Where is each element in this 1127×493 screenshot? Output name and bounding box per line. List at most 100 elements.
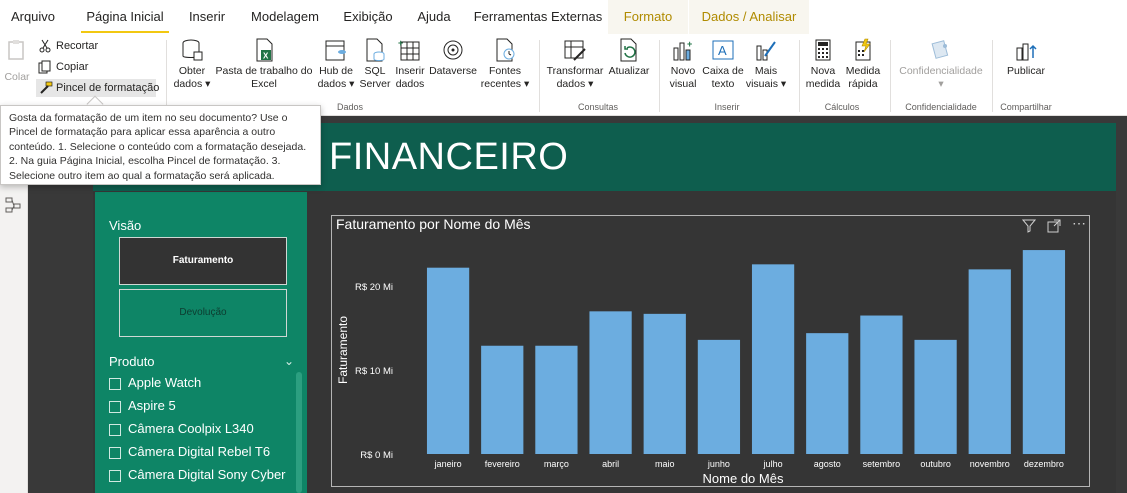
refresh-icon bbox=[620, 38, 637, 62]
obter-dados-button[interactable]: Obter dados ▾ bbox=[171, 38, 213, 91]
tab-inserir[interactable]: Inserir bbox=[184, 0, 230, 34]
group-separator bbox=[799, 40, 800, 112]
group-label-confidencialidade: Confidencialidade bbox=[905, 102, 977, 112]
more-options-icon[interactable]: ⋯ bbox=[1072, 215, 1086, 232]
sql-server-button[interactable]: SQL Server bbox=[358, 38, 392, 91]
svg-text:X: X bbox=[263, 52, 269, 61]
x-tick-label: janeiro bbox=[434, 459, 462, 469]
tab-arquivo[interactable]: Arquivo bbox=[4, 0, 62, 34]
tab-ferramentas-externas[interactable]: Ferramentas Externas bbox=[472, 0, 604, 34]
x-tick-label: outubro bbox=[920, 459, 951, 469]
tab-formato[interactable]: Formato bbox=[608, 0, 688, 34]
group-separator bbox=[992, 40, 993, 112]
faturamento-button[interactable]: Faturamento bbox=[119, 237, 287, 285]
report-title: FINANCEIRO bbox=[329, 136, 569, 178]
x-tick-label: março bbox=[544, 459, 569, 469]
x-tick-label: setembro bbox=[863, 459, 901, 469]
y-axis-title: Faturamento bbox=[336, 316, 350, 384]
bar-fevereiro[interactable] bbox=[481, 345, 524, 454]
x-tick-label: maio bbox=[655, 459, 675, 469]
x-tick-label: julho bbox=[763, 459, 783, 469]
transform-icon bbox=[564, 40, 586, 61]
recortar-button[interactable]: Recortar bbox=[38, 37, 98, 55]
bar-agosto[interactable] bbox=[806, 333, 849, 454]
calculator-icon bbox=[815, 39, 831, 61]
group-label-dados: Dados bbox=[336, 102, 363, 112]
bar-outubro[interactable] bbox=[914, 339, 957, 454]
model-view-icon[interactable] bbox=[4, 196, 22, 214]
bar-janeiro[interactable] bbox=[426, 267, 470, 454]
tab-exibicao[interactable]: Exibição bbox=[340, 0, 396, 34]
group-separator bbox=[659, 40, 660, 112]
table-plus-icon: + bbox=[398, 38, 420, 61]
tab-modelagem[interactable]: Modelagem bbox=[247, 0, 323, 34]
bar-setembro[interactable] bbox=[860, 315, 903, 454]
x-tick-label: agosto bbox=[814, 459, 841, 469]
bar-março[interactable] bbox=[535, 345, 578, 454]
publish-icon bbox=[1016, 43, 1037, 61]
checkbox[interactable] bbox=[109, 378, 121, 390]
checkbox[interactable] bbox=[109, 424, 121, 436]
mais-visuais-button[interactable]: Mais visuais ▾ bbox=[745, 38, 787, 91]
colar-button[interactable]: Colar bbox=[2, 38, 32, 84]
bar-novembro[interactable] bbox=[968, 269, 1011, 454]
hub-dados-button[interactable]: Hub de dados ▾ bbox=[315, 38, 357, 91]
tab-dados-analisar[interactable]: Dados / Analisar bbox=[689, 0, 809, 34]
checkbox[interactable] bbox=[109, 447, 121, 459]
produto-slicer-title: Produto bbox=[109, 354, 155, 369]
group-separator bbox=[166, 40, 167, 112]
excel-icon: X bbox=[256, 38, 273, 62]
x-tick-label: abril bbox=[602, 459, 619, 469]
atualizar-button[interactable]: Atualizar bbox=[606, 38, 652, 78]
group-separator bbox=[890, 40, 891, 112]
dataverse-button[interactable]: Dataverse bbox=[428, 38, 478, 78]
caixa-texto-button[interactable]: A Caixa de texto bbox=[701, 38, 745, 91]
dataverse-icon bbox=[443, 40, 463, 60]
transformar-dados-button[interactable]: Transformar dados ▾ bbox=[545, 38, 605, 91]
y-tick-label: R$ 0 Mi bbox=[360, 450, 393, 461]
checkbox[interactable] bbox=[109, 470, 121, 482]
copiar-button[interactable]: Copiar bbox=[38, 58, 88, 76]
fontes-recentes-button[interactable]: Fontes recentes ▾ bbox=[478, 38, 532, 91]
text-box-icon: A bbox=[712, 40, 734, 60]
sql-server-icon bbox=[366, 38, 385, 62]
visao-label: Visão bbox=[109, 218, 142, 233]
x-axis: janeiro fevereiro março abril maio junho julho… bbox=[434, 459, 1064, 469]
slicer-scrollbar[interactable] bbox=[296, 372, 302, 493]
pincel-tooltip: Gosta da formatação de um item no seu do… bbox=[0, 105, 321, 185]
new-visual-icon: + bbox=[673, 39, 692, 61]
tab-pagina-inicial[interactable]: Página Inicial bbox=[81, 0, 169, 34]
x-tick-label: dezembro bbox=[1024, 459, 1064, 469]
devolucao-button[interactable]: Devolução bbox=[119, 289, 287, 337]
publicar-button[interactable]: Publicar bbox=[1002, 38, 1050, 78]
medida-rapida-button[interactable]: Medida rápida bbox=[843, 38, 883, 91]
filter-icon[interactable] bbox=[1021, 219, 1037, 236]
pasta-excel-button[interactable]: X Pasta de trabalho do Excel bbox=[215, 38, 313, 91]
quick-measure-icon bbox=[855, 38, 871, 61]
bar-junho[interactable] bbox=[697, 339, 741, 454]
tab-ajuda[interactable]: Ajuda bbox=[413, 0, 455, 34]
bar-dezembro[interactable] bbox=[1022, 250, 1066, 454]
scissors-icon bbox=[39, 39, 51, 53]
bar-maio[interactable] bbox=[643, 313, 686, 454]
bar-abril[interactable] bbox=[589, 311, 632, 454]
y-tick-label: R$ 10 Mi bbox=[355, 366, 393, 377]
chart-title: Faturamento por Nome do Mês bbox=[336, 216, 531, 232]
x-tick-label: novembro bbox=[970, 459, 1010, 469]
y-tick-label: R$ 20 Mi bbox=[355, 282, 393, 293]
data-hub-icon bbox=[325, 40, 346, 61]
focus-mode-icon[interactable] bbox=[1047, 219, 1061, 236]
pincel-formatacao-button[interactable]: Pincel de formatação bbox=[36, 79, 159, 97]
y-axis: R$ 0 Mi R$ 10 Mi R$ 20 Mi bbox=[355, 282, 393, 461]
inserir-dados-button[interactable]: + Inserir dados bbox=[393, 38, 427, 91]
bars bbox=[426, 250, 1066, 454]
group-separator bbox=[539, 40, 540, 112]
svg-text:A: A bbox=[718, 43, 727, 58]
nova-medida-button[interactable]: Nova medida bbox=[803, 38, 843, 91]
chevron-down-icon[interactable]: ⌄ bbox=[284, 354, 294, 368]
checkbox[interactable] bbox=[109, 401, 121, 413]
ribbon: Colar Recortar Copiar Pincel de formataç… bbox=[0, 34, 1127, 116]
confidencialidade-button[interactable]: Confidencialidade ▾ bbox=[896, 38, 986, 91]
bar-julho[interactable] bbox=[751, 264, 795, 454]
novo-visual-button[interactable]: + Novo visual bbox=[666, 38, 700, 91]
